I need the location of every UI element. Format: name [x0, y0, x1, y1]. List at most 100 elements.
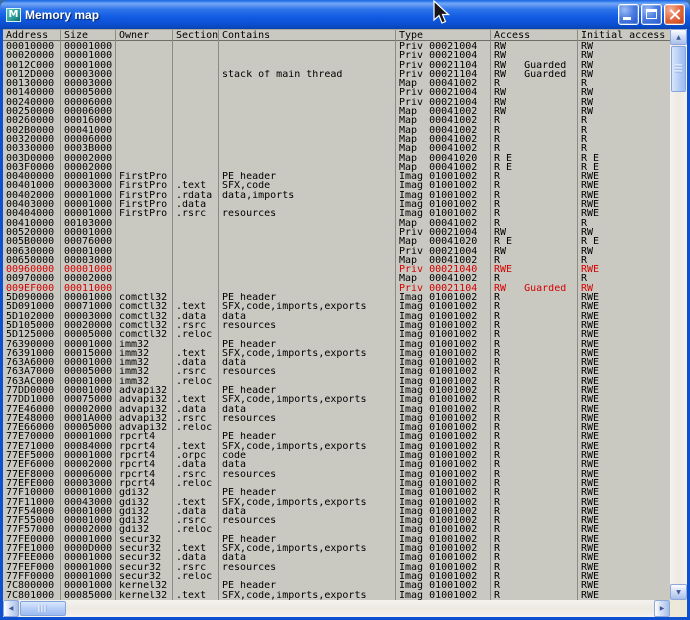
- table-row[interactable]: 77F5700000002000gdi32.relocImag 01001002…: [3, 525, 670, 534]
- table-row[interactable]: 77FF000000001000secur32.relocImag 010010…: [3, 572, 670, 581]
- table-row[interactable]: 77DD000000001000advapi32PE headerImag 01…: [3, 386, 670, 395]
- table-row[interactable]: 0040300000001000FirstPro.dataImag 010010…: [3, 200, 670, 209]
- column-header-section[interactable]: Section: [173, 30, 219, 42]
- table-row[interactable]: 77F5400000001000gdi32.datadataImag 01001…: [3, 507, 670, 516]
- table-row[interactable]: 77DD100000075000advapi32.textSFX,code,im…: [3, 395, 670, 404]
- table-row[interactable]: 0002000000001000Priv 00021004RWRW: [3, 51, 670, 60]
- table-row[interactable]: 0096000000001000Priv 00021040RWERWE: [3, 265, 670, 274]
- table-row[interactable]: 77F1000000001000gdi32PE headerImag 01001…: [3, 488, 670, 497]
- table-row[interactable]: 5D10200000003000comctl32.datadataImag 01…: [3, 312, 670, 321]
- cell-section: [173, 237, 219, 246]
- horizontal-scrollbar-thumb[interactable]: [20, 601, 66, 616]
- scroll-left-button[interactable]: ◀: [3, 600, 19, 617]
- scroll-down-button[interactable]: ▼: [670, 584, 687, 600]
- table-row[interactable]: 0025000000006000Map 00041002RWRW: [3, 107, 670, 116]
- table-row[interactable]: 77FEF00000001000secur32.rsrcresourcesIma…: [3, 563, 670, 572]
- title-bar[interactable]: M Memory map: [0, 0, 690, 29]
- cell-size: 0001A000: [61, 414, 116, 423]
- cell-address: 763A7000: [3, 367, 61, 376]
- table-row[interactable]: 003F000000002000Map 00041002R ER E: [3, 163, 670, 172]
- table-row[interactable]: 0041000000103000Map 00041002RR: [3, 219, 670, 228]
- cell-type: Imag 01001002: [396, 312, 491, 321]
- cell-size: 00001000: [61, 340, 116, 349]
- table-row[interactable]: 77EF500000001000rpcrt4.orpccodeImag 0100…: [3, 451, 670, 460]
- table-row[interactable]: 009EF00000011000Priv 00021104RW GuardedR…: [3, 284, 670, 293]
- cell-access: RWE: [491, 265, 578, 274]
- cell-initial: RWE: [578, 330, 670, 339]
- column-header-owner[interactable]: Owner: [116, 30, 173, 42]
- table-row[interactable]: 0040100000003000FirstPro.textSFX,codeIma…: [3, 181, 670, 190]
- table-row[interactable]: 77E7000000001000rpcrt4PE headerImag 0100…: [3, 432, 670, 441]
- cell-section: .rsrc: [173, 516, 219, 525]
- table-row[interactable]: 0065000000003000Map 00041002RR: [3, 256, 670, 265]
- cell-initial: RWE: [578, 451, 670, 460]
- cell-initial: RWE: [578, 479, 670, 488]
- table-row[interactable]: 7639000000001000imm32PE headerImag 01001…: [3, 340, 670, 349]
- table-row[interactable]: 77FE10000000D000secur32.textSFX,code,imp…: [3, 544, 670, 553]
- horizontal-scrollbar[interactable]: ◀ ▶: [3, 600, 670, 617]
- table-row[interactable]: 0063000000001000Priv 00021004RWRW: [3, 247, 670, 256]
- column-header-type[interactable]: Type: [396, 30, 491, 42]
- table-row[interactable]: 0012C00000001000Priv 00021104RW GuardedR…: [3, 61, 670, 70]
- table-row[interactable]: 77FEE00000001000secur32.datadataImag 010…: [3, 553, 670, 562]
- table-row[interactable]: 0040400000001000FirstPro.rsrcresourcesIm…: [3, 209, 670, 218]
- maximize-button[interactable]: [641, 4, 662, 25]
- table-row[interactable]: 77EFE00000003000rpcrt4.relocImag 0100100…: [3, 479, 670, 488]
- table-row[interactable]: 77E6600000005000advapi32.relocImag 01001…: [3, 423, 670, 432]
- memory-map-client: AddressSizeOwnerSectionContainsTypeAcces…: [3, 29, 687, 617]
- cell-owner: kernel32: [116, 591, 173, 600]
- close-button[interactable]: [664, 4, 685, 25]
- table-row[interactable]: 5D09000000001000comctl32PE headerImag 01…: [3, 293, 670, 302]
- table-row[interactable]: 763AC00000001000imm32.relocImag 01001002…: [3, 377, 670, 386]
- table-row[interactable]: 0024000000006000Priv 00021004RWRW: [3, 98, 670, 107]
- column-header-contains[interactable]: Contains: [219, 30, 396, 42]
- table-row[interactable]: 0013000000003000Map 00041002RR: [3, 79, 670, 88]
- column-header-access[interactable]: Access: [491, 30, 578, 42]
- table-row[interactable]: 5D09100000071000comctl32.textSFX,code,im…: [3, 302, 670, 311]
- scroll-right-button[interactable]: ▶: [654, 600, 670, 617]
- app-icon: M: [6, 8, 21, 22]
- cell-address: 00320000: [3, 135, 61, 144]
- table-row[interactable]: 77E480000001A000advapi32.rsrcresourcesIm…: [3, 414, 670, 423]
- cell-initial: RWE: [578, 498, 670, 507]
- vertical-scrollbar[interactable]: ▲ ▼: [670, 29, 687, 600]
- table-row[interactable]: 0040200000001000FirstPro.rdatadata,impor…: [3, 191, 670, 200]
- cell-size: 00043000: [61, 498, 116, 507]
- column-header-address[interactable]: Address: [3, 30, 61, 42]
- cell-type: Imag 01001002: [396, 525, 491, 534]
- table-row[interactable]: 77F1100000043000gdi32.textSFX,code,impor…: [3, 498, 670, 507]
- table-row[interactable]: 003D000000002000Map 00041020R ER E: [3, 154, 670, 163]
- table-row[interactable]: 7C80100000085000kernel32.textSFX,code,im…: [3, 591, 670, 600]
- column-header-size[interactable]: Size: [61, 30, 116, 42]
- minimize-button[interactable]: [618, 4, 639, 25]
- table-row[interactable]: 003300000003B000Map 00041002RR: [3, 144, 670, 153]
- scroll-up-button[interactable]: ▲: [670, 29, 687, 45]
- vertical-scrollbar-thumb[interactable]: [671, 46, 686, 92]
- table-row[interactable]: 7C80000000001000kernel32PE headerImag 01…: [3, 581, 670, 590]
- table-row[interactable]: 005B000000076000Map 00041020R ER E: [3, 237, 670, 246]
- table-row[interactable]: 0097000000002000Map 00041002RR: [3, 274, 670, 283]
- table-row[interactable]: 77EF600000002000rpcrt4.datadataImag 0100…: [3, 460, 670, 469]
- table-row[interactable]: 0014000000005000Priv 00021004RWRW: [3, 88, 670, 97]
- cell-owner: gdi32: [116, 498, 173, 507]
- table-row[interactable]: 5D12500000005000comctl32.relocImag 01001…: [3, 330, 670, 339]
- cell-initial: RW: [578, 247, 670, 256]
- cell-initial: RWE: [578, 340, 670, 349]
- table-row[interactable]: 0040000000001000FirstProPE headerImag 01…: [3, 172, 670, 181]
- table-row[interactable]: 77FE000000001000secur32PE headerImag 010…: [3, 535, 670, 544]
- table-row[interactable]: 0001000000001000Priv 00021004RWRW: [3, 42, 670, 51]
- table-row[interactable]: 0026000000016000Map 00041002RR: [3, 116, 670, 125]
- table-row[interactable]: 77F5500000001000gdi32.rsrcresourcesImag …: [3, 516, 670, 525]
- table-row[interactable]: 77E7100000084000rpcrt4.textSFX,code,impo…: [3, 442, 670, 451]
- table-row[interactable]: 77E4600000002000advapi32.datadataImag 01…: [3, 405, 670, 414]
- column-header-initial[interactable]: Initial access: [578, 30, 670, 42]
- table-row[interactable]: 002B000000041000Map 00041002RR: [3, 126, 670, 135]
- table-row[interactable]: 0052000000001000Priv 00021004RWRW: [3, 228, 670, 237]
- table-row[interactable]: 77EF800000006000rpcrt4.rsrcresourcesImag…: [3, 470, 670, 479]
- table-row[interactable]: 5D10500000020000comctl32.rsrcresourcesIm…: [3, 321, 670, 330]
- table-row[interactable]: 7639100000015000imm32.textSFX,code,impor…: [3, 349, 670, 358]
- table-row[interactable]: 0012D00000003000stack of main threadPriv…: [3, 70, 670, 79]
- table-row[interactable]: 763A600000001000imm32.datadataImag 01001…: [3, 358, 670, 367]
- table-row[interactable]: 0032000000006000Map 00041002RR: [3, 135, 670, 144]
- table-row[interactable]: 763A700000005000imm32.rsrcresourcesImag …: [3, 367, 670, 376]
